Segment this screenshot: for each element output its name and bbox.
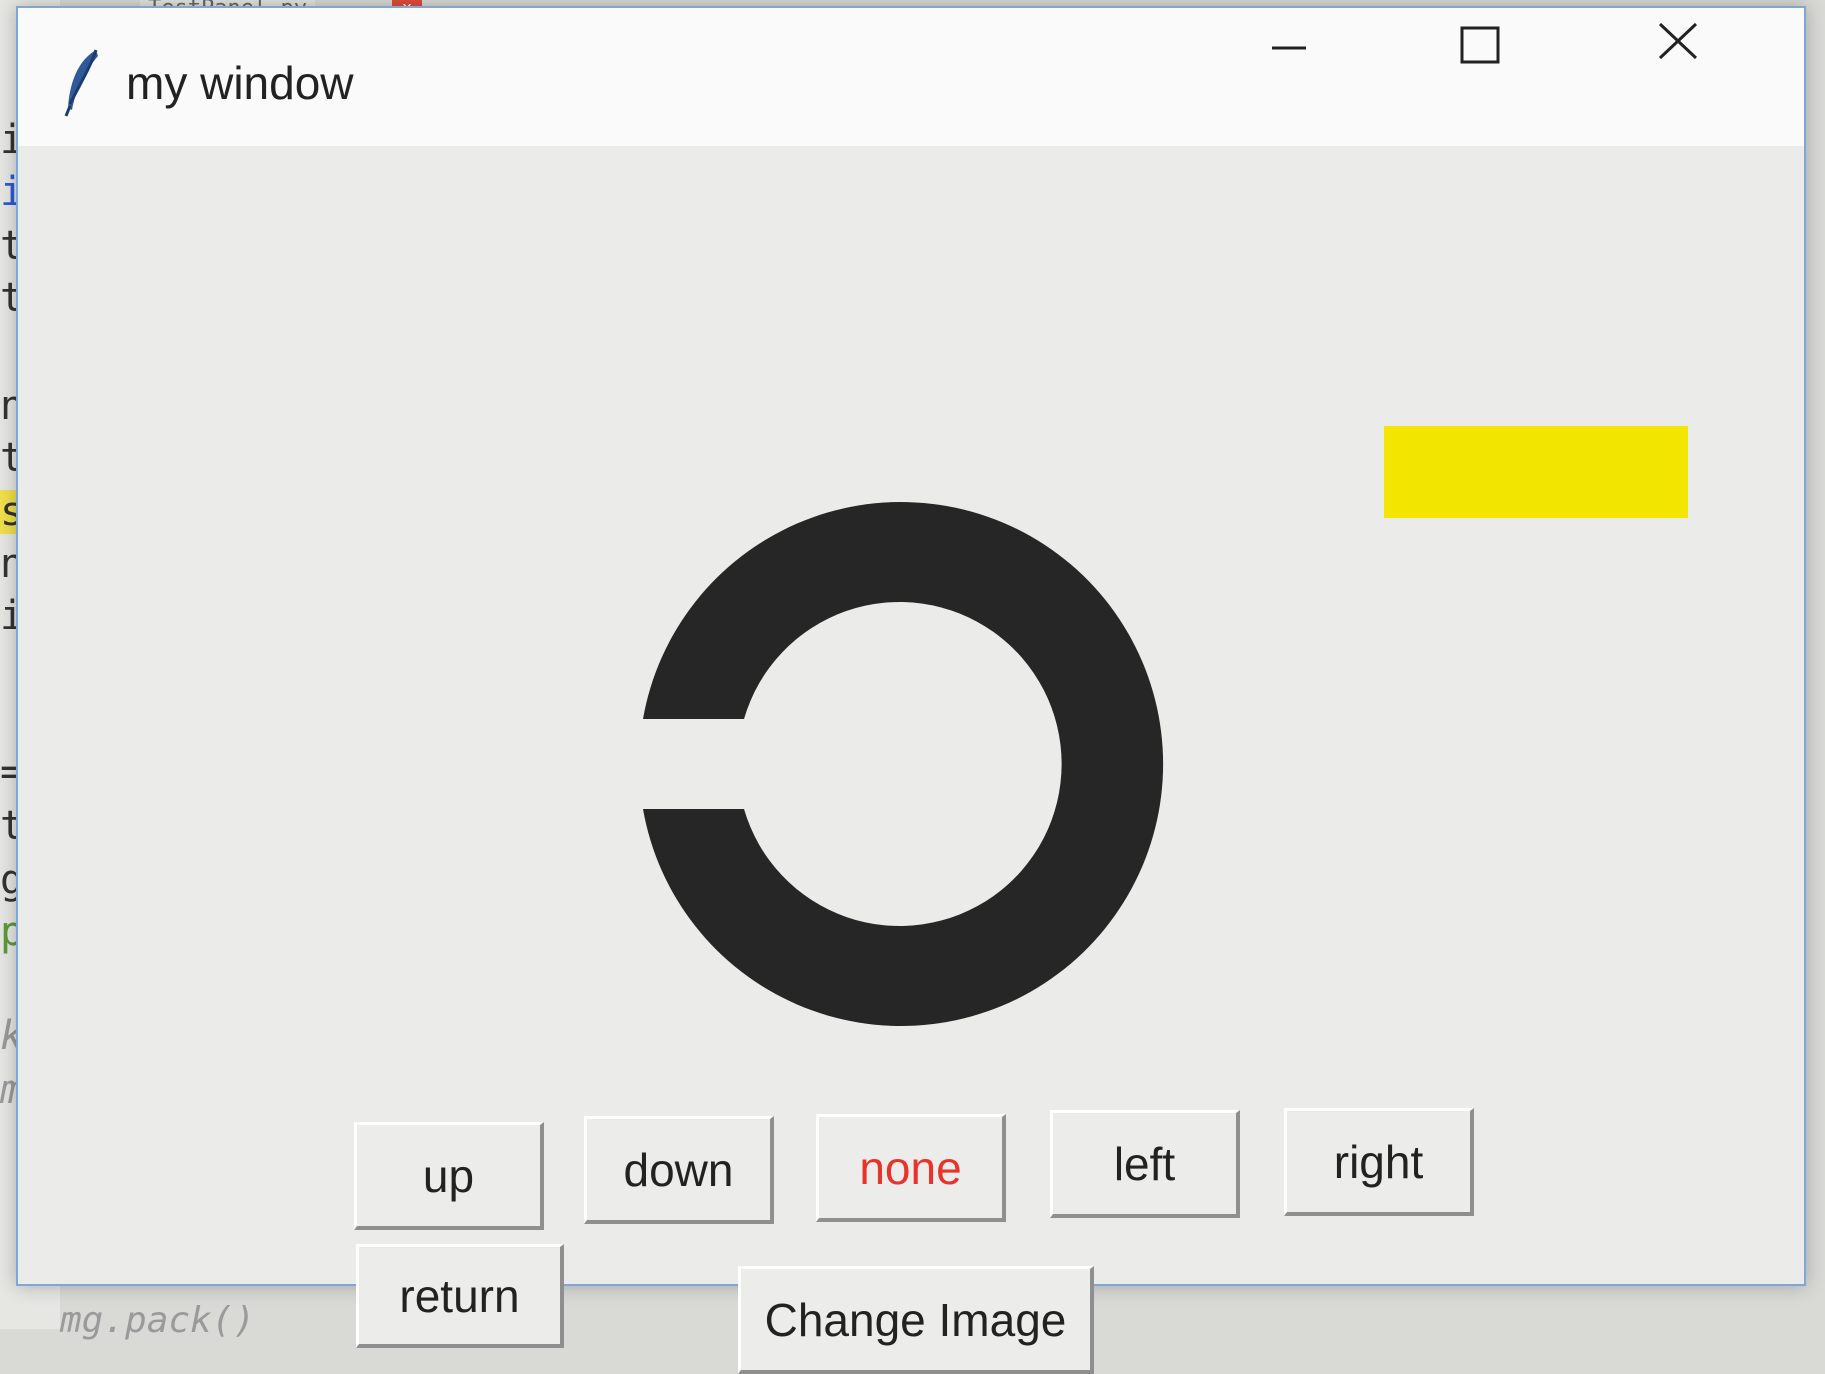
yellow-rectangle <box>1384 426 1688 518</box>
down-button[interactable]: down <box>584 1116 774 1224</box>
ring-shape <box>634 494 1174 1034</box>
left-button[interactable]: left <box>1050 1110 1240 1218</box>
canvas[interactable]: up down none left right return Change Im… <box>18 146 1804 1374</box>
title-bar[interactable]: my window <box>18 8 1804 146</box>
close-icon <box>1618 22 1738 102</box>
minimize-button[interactable] <box>1228 18 1348 98</box>
maximize-button[interactable] <box>1418 18 1538 98</box>
feather-icon <box>62 48 102 118</box>
code-fragment: mg.pack() <box>60 1300 256 1341</box>
change-image-button[interactable]: Change Image <box>738 1266 1094 1374</box>
close-button[interactable] <box>1618 18 1738 98</box>
none-button[interactable]: none <box>816 1114 1006 1222</box>
right-button[interactable]: right <box>1284 1108 1474 1216</box>
minimize-icon <box>1228 46 1348 102</box>
return-button[interactable]: return <box>356 1244 564 1348</box>
window-title: my window <box>126 57 354 109</box>
maximize-icon <box>1418 26 1538 102</box>
app-window: my window up down none left right return… <box>16 6 1806 1374</box>
up-button[interactable]: up <box>354 1122 544 1230</box>
